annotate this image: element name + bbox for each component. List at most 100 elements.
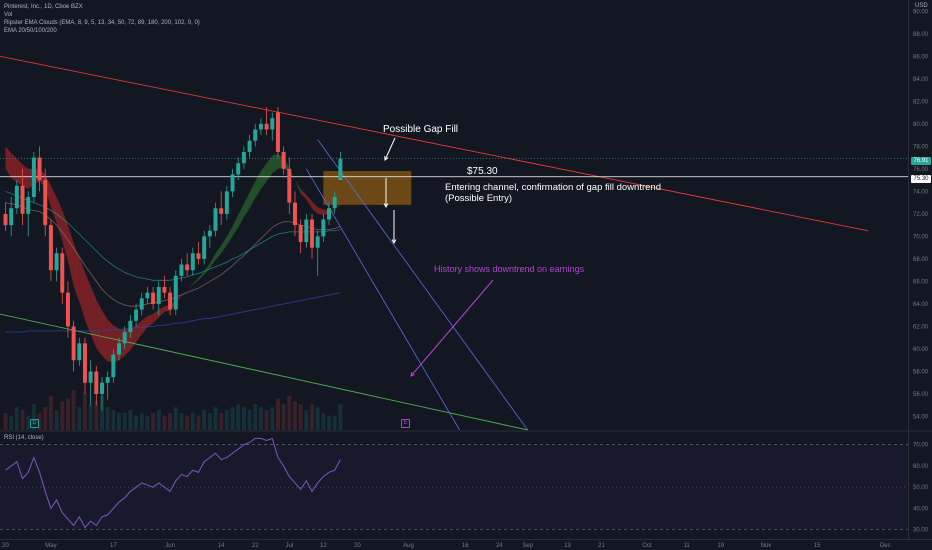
price-tick-label: 60.00 (913, 347, 929, 353)
candle-body (207, 230, 212, 237)
price-tick-label: 64.00 (913, 302, 929, 308)
price-tick-label: 78.00 (913, 144, 929, 150)
candle-body (60, 253, 65, 293)
chart-legend: Pinterest, Inc., 1D, Cboe BZX Vol Ripste… (4, 3, 200, 35)
candle-body (26, 196, 31, 214)
volume-bar (304, 410, 309, 430)
price-tick-label: 70.00 (913, 234, 929, 240)
candle-body (145, 292, 150, 299)
volume-bar (9, 415, 14, 430)
history-annotation[interactable]: History shows downtrend on earnings (434, 264, 584, 274)
volume-bar (213, 407, 218, 430)
dividend-marker[interactable]: D (30, 419, 39, 428)
candle-body (270, 118, 275, 130)
volume-bar (156, 410, 161, 430)
candle-body (298, 225, 303, 243)
price-annotation[interactable]: $75.30 (467, 166, 498, 177)
volume-bar (20, 410, 25, 430)
volume-bar (14, 407, 19, 430)
price-tick-label: 84.00 (913, 77, 929, 83)
rsi-tick-label: 50.00 (913, 485, 929, 491)
candle-body (105, 377, 110, 383)
last-price-tag: 76.91 (911, 157, 931, 165)
time-tick-label: Nov (761, 543, 772, 549)
candle-body (43, 180, 48, 226)
candle-body (230, 174, 235, 192)
candle-body (77, 343, 82, 361)
candle-body (292, 202, 297, 226)
price-tick-label: 68.00 (913, 257, 929, 263)
candle-body (213, 208, 218, 231)
gap-fill-annotation[interactable]: Possible Gap Fill (383, 124, 458, 135)
volume-bar (88, 404, 93, 430)
volume-bar (241, 407, 246, 430)
candle-body (134, 309, 139, 321)
candle-body (100, 382, 104, 394)
volume-bar (230, 407, 235, 430)
candle-body (71, 326, 76, 361)
volume-bar (224, 410, 229, 430)
time-tick-label: 20 (354, 543, 361, 549)
candle-body (236, 163, 241, 175)
time-tick-label: 24 (496, 543, 503, 549)
time-tick-label: Oct (642, 543, 652, 549)
rsi-tick-label: 60.00 (913, 464, 929, 470)
time-tick-label: 16 (462, 543, 469, 549)
candle-body (94, 371, 99, 394)
candle-body (264, 123, 269, 130)
candle-body (241, 151, 246, 164)
time-tick-label: Jun (165, 543, 175, 549)
candle-body (162, 287, 167, 293)
candle-body (54, 253, 59, 271)
legend-ema-clouds: Ripster EMA Clouds (EMA, 8, 9, 5, 13, 34… (4, 20, 200, 26)
volume-bar (202, 410, 207, 430)
legend-volume: Vol (4, 12, 13, 18)
time-tick-label: 14 (218, 543, 225, 549)
candle-body (247, 140, 252, 152)
candle-body (151, 292, 156, 304)
volume-bar (270, 407, 275, 430)
price-tick-label: 56.00 (913, 392, 929, 398)
candle-body (185, 264, 190, 271)
candle-body (179, 264, 184, 276)
price-tick-label: 72.00 (913, 212, 929, 218)
volume-bar (190, 412, 195, 430)
price-tick-label: 74.00 (913, 189, 929, 195)
earnings-marker[interactable]: E (401, 419, 410, 428)
volume-bar (134, 415, 139, 430)
candle-body (65, 292, 70, 327)
volume-bar (173, 407, 178, 430)
time-tick-label: Aug (403, 543, 414, 549)
volume-bar (3, 412, 8, 430)
volume-bar (94, 401, 99, 430)
legend-symbol: Pinterest, Inc., 1D, Cboe BZX (4, 4, 83, 10)
volume-bar (105, 407, 110, 430)
entry-annotation-line2: (Possible Entry) (445, 193, 513, 204)
time-tick-label: May (45, 543, 56, 549)
volume-bar (111, 410, 116, 430)
price-tick-label: 58.00 (913, 369, 929, 375)
candle-body (3, 213, 8, 226)
volume-bar (60, 401, 65, 430)
time-tick-label: 13 (564, 543, 571, 549)
candle-body (88, 371, 93, 383)
time-tick-label: 11 (684, 543, 691, 549)
price-chart[interactable]: 90.00 88.00 86.00 84.00 82.00 80.00 78.00 76.00… (0, 0, 932, 550)
candle-body (128, 320, 133, 333)
volume-bar (71, 390, 76, 430)
candle-body (9, 208, 14, 226)
entry-annotation[interactable]: Entering channel, confirmation of gap fi… (445, 182, 661, 204)
price-tick-label: 88.00 (913, 32, 929, 38)
candle-body (202, 236, 207, 259)
volume-bar (315, 407, 320, 430)
volume-bar (168, 412, 173, 430)
volume-bar (287, 395, 292, 430)
time-tick-label: 12 (320, 543, 327, 549)
candle-body (122, 332, 127, 344)
candle-body (117, 343, 122, 355)
candle-body (281, 151, 286, 169)
volume-bar (338, 404, 343, 430)
volume-bar (275, 398, 280, 430)
candle-body (287, 168, 292, 203)
currency-label: USD (915, 3, 928, 9)
